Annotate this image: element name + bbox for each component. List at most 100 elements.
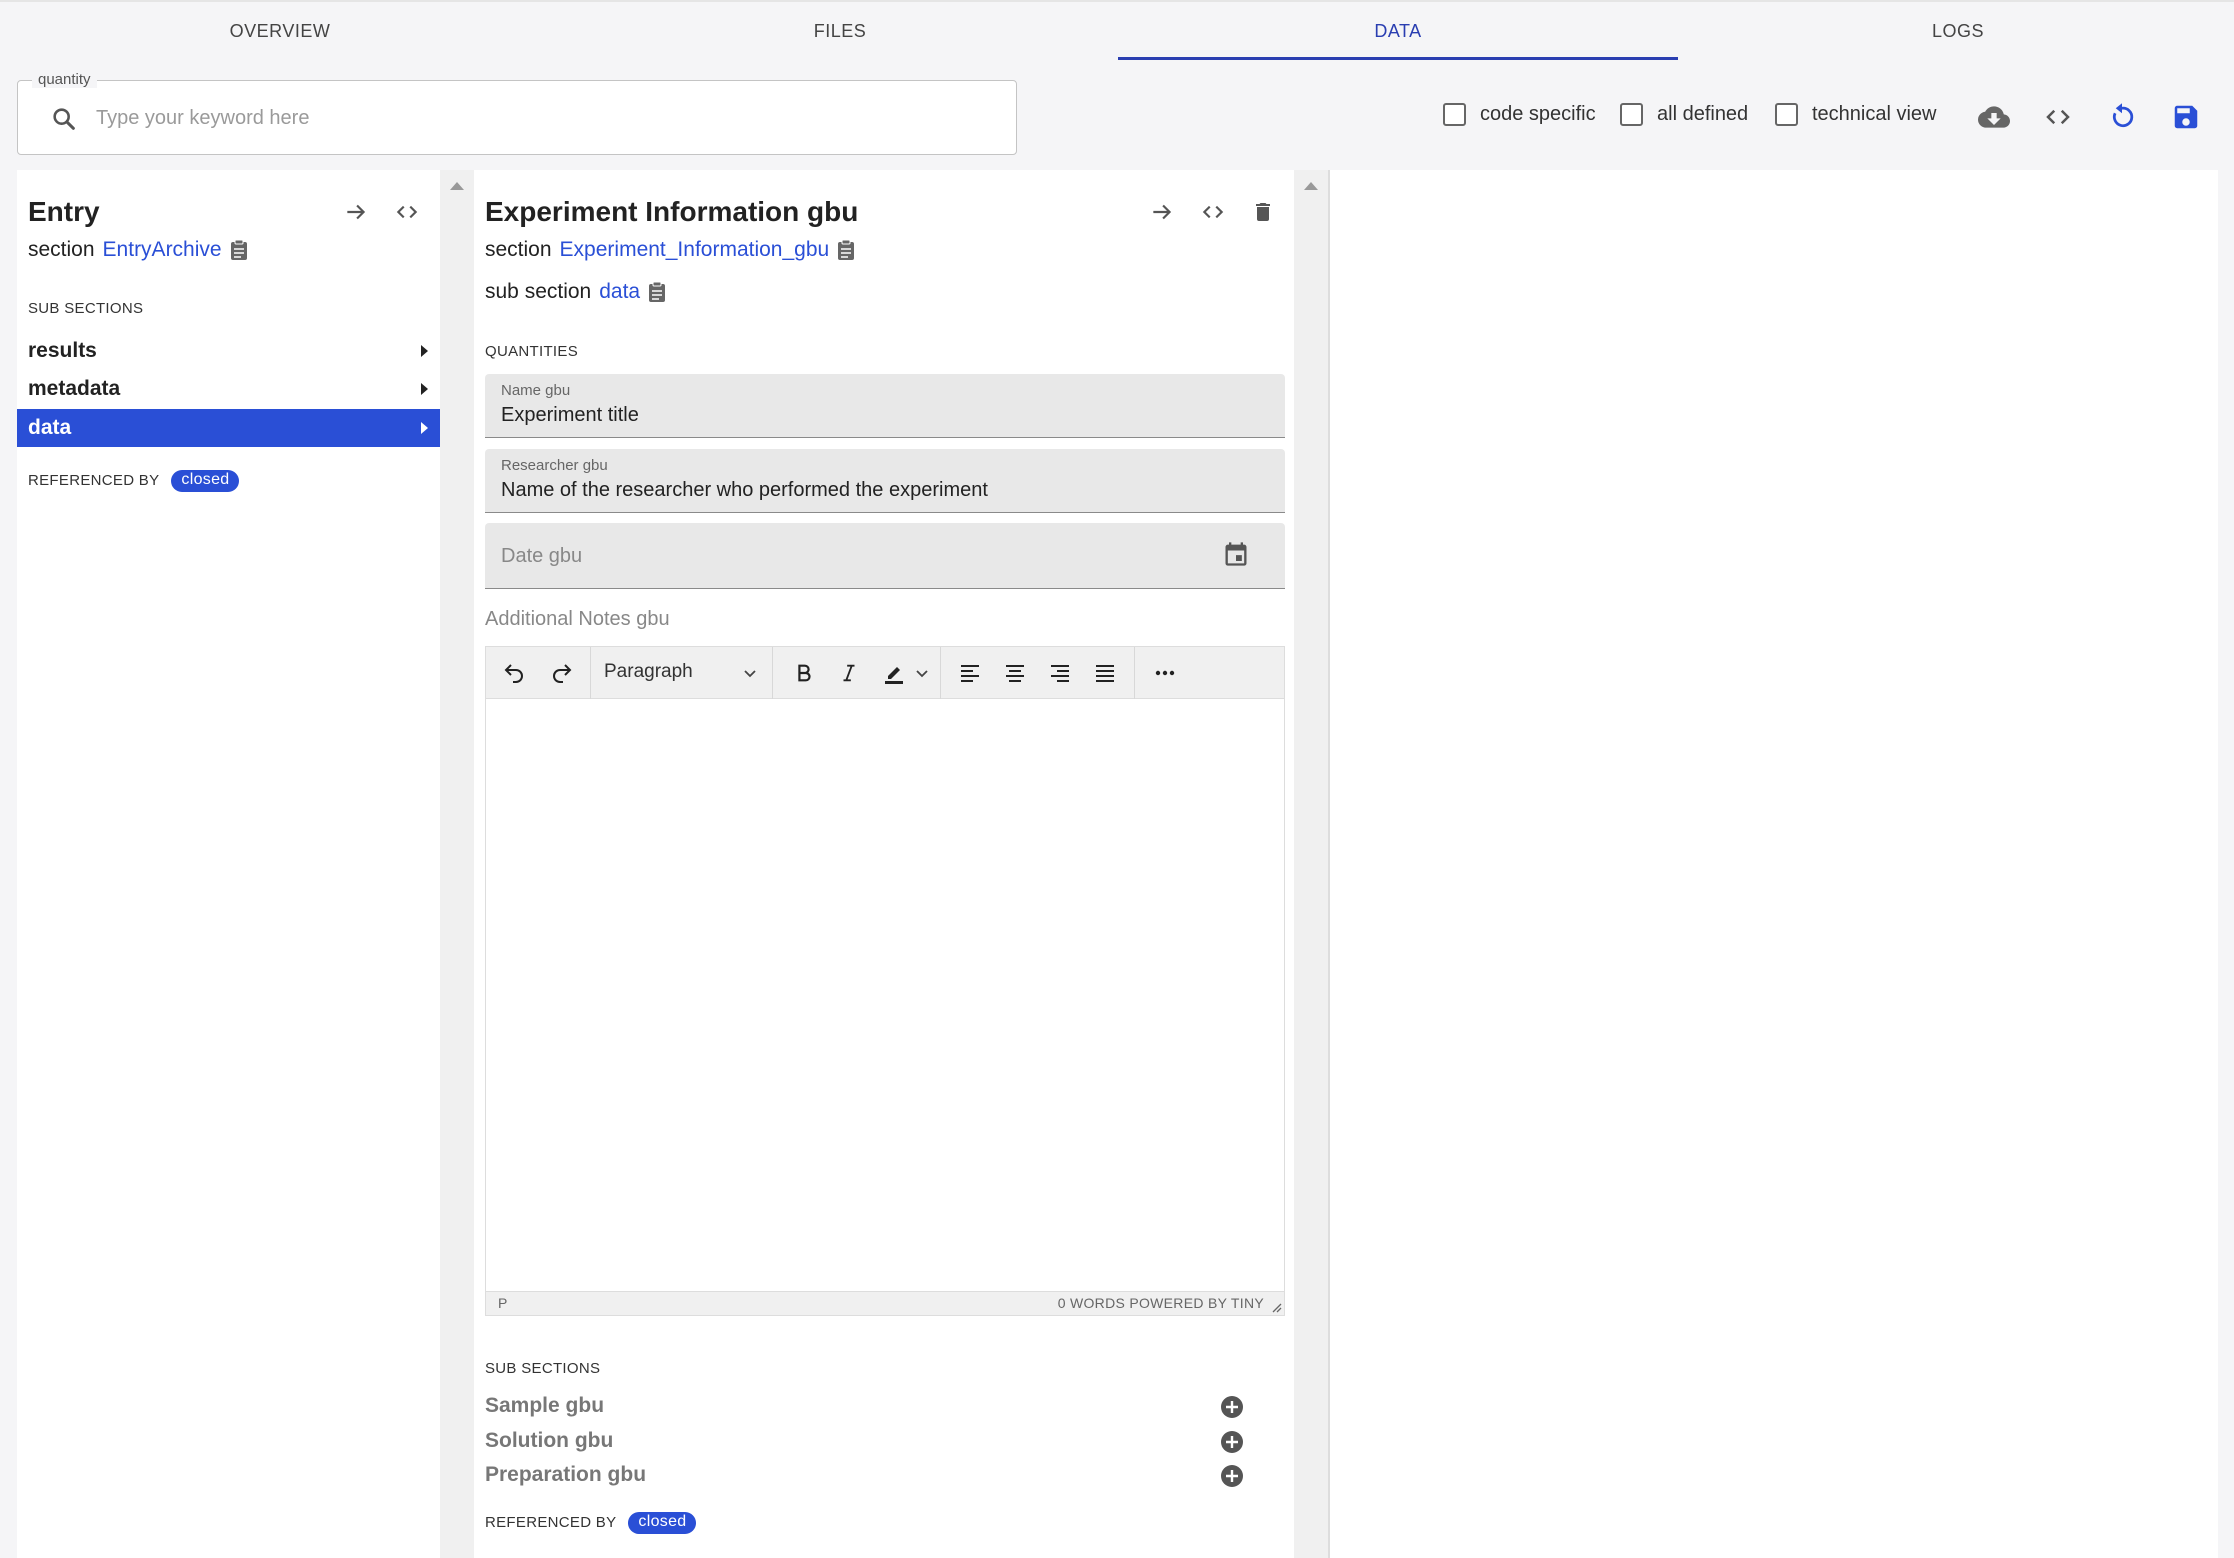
bold-icon[interactable] [786, 655, 822, 691]
undo-icon[interactable] [496, 655, 532, 691]
chevron-down-icon[interactable] [742, 665, 758, 686]
sub-section-preparation[interactable]: Preparation gbu [485, 1463, 646, 1487]
more-icon[interactable] [1147, 655, 1183, 691]
closed-badge[interactable]: closed [628, 1512, 697, 1534]
tab-overview[interactable]: OVERVIEW [0, 2, 560, 60]
sub-section-data-link[interactable]: data [599, 280, 640, 304]
researcher-field-value[interactable]: Name of the researcher who performed the… [501, 479, 988, 502]
code-specific-checkbox[interactable]: code specific [1443, 103, 1596, 126]
nav-item-metadata[interactable]: metadata [17, 370, 440, 408]
checkbox-icon[interactable] [1620, 103, 1643, 126]
word-count: 0 WORDS POWERED BY TINY [1057, 1295, 1264, 1311]
sub-sections-heading: SUB SECTIONS [485, 1360, 601, 1377]
technical-view-label: technical view [1812, 103, 1937, 125]
nav-item-label: data [28, 416, 72, 439]
scrollbar[interactable] [1294, 170, 1328, 1558]
date-field[interactable]: Date gbu [485, 523, 1285, 589]
all-defined-label: all defined [1657, 103, 1749, 125]
referenced-by-label: REFERENCED BY [485, 1513, 617, 1531]
clipboard-icon[interactable] [230, 239, 248, 261]
name-field[interactable]: Name gbu Experiment title [485, 374, 1285, 438]
nav-item-label: metadata [28, 377, 121, 400]
checkbox-icon[interactable] [1775, 103, 1798, 126]
scroll-up-icon[interactable] [450, 182, 464, 190]
code-icon[interactable] [2041, 100, 2075, 134]
nav-item-label: results [28, 339, 97, 362]
resize-handle-icon[interactable] [1270, 1300, 1282, 1316]
arrow-right-icon[interactable] [339, 195, 373, 229]
tab-logs[interactable]: LOGS [1678, 2, 2234, 60]
search-input[interactable] [96, 99, 976, 137]
italic-icon[interactable] [831, 655, 867, 691]
entry-archive-link[interactable]: EntryArchive [103, 238, 222, 262]
code-icon[interactable] [390, 195, 424, 229]
highlight-icon[interactable] [876, 655, 912, 691]
referenced-by-label: REFERENCED BY [28, 471, 160, 489]
checkbox-icon[interactable] [1443, 103, 1466, 126]
detail-panel [1328, 170, 2218, 1558]
add-circle-icon[interactable] [1220, 1395, 1244, 1419]
tab-data[interactable]: DATA [1118, 2, 1678, 60]
closed-badge[interactable]: closed [171, 470, 240, 492]
referenced-by-row: REFERENCED BY closed [28, 470, 240, 492]
align-center-icon[interactable] [997, 655, 1033, 691]
researcher-field-label: Researcher gbu [501, 457, 608, 474]
element-path[interactable]: P [498, 1295, 507, 1311]
clipboard-icon[interactable] [837, 239, 855, 261]
sub-section-row: sub section data [485, 280, 666, 304]
calendar-icon[interactable] [1222, 539, 1250, 574]
align-justify-icon[interactable] [1087, 655, 1123, 691]
sub-section-sample[interactable]: Sample gbu [485, 1394, 604, 1418]
all-defined-checkbox[interactable]: all defined [1620, 103, 1748, 126]
reload-icon[interactable] [2105, 100, 2139, 134]
code-specific-label: code specific [1480, 103, 1596, 125]
section-label: section [485, 238, 552, 261]
redo-icon[interactable] [544, 655, 580, 691]
cloud-download-icon[interactable] [1977, 100, 2011, 134]
search-icon [50, 105, 78, 133]
add-circle-icon[interactable] [1220, 1430, 1244, 1454]
scrollbar[interactable] [440, 170, 474, 1558]
align-left-icon[interactable] [952, 655, 988, 691]
arrow-right-icon[interactable] [1145, 195, 1179, 229]
toolbar-divider [590, 647, 591, 699]
tab-bar: OVERVIEW FILES DATA LOGS [0, 0, 2234, 60]
caret-right-icon [421, 345, 428, 357]
editor-status-bar: P 0 WORDS POWERED BY TINY [486, 1291, 1284, 1315]
experiment-section-link[interactable]: Experiment_Information_gbu [560, 238, 830, 262]
nav-item-data[interactable]: data [17, 409, 440, 447]
tab-files[interactable]: FILES [560, 2, 1120, 60]
toolbar-divider [1134, 647, 1135, 699]
section-label: section [28, 238, 95, 261]
experiment-section-row: section Experiment_Information_gbu [485, 238, 855, 262]
referenced-by-row: REFERENCED BY closed [485, 1512, 697, 1534]
caret-right-icon [421, 383, 428, 395]
toolbar-divider [772, 647, 773, 699]
technical-view-checkbox[interactable]: technical view [1775, 103, 1937, 126]
experiment-title: Experiment Information gbu [485, 196, 859, 227]
entry-panel: Entry section EntryArchive SUB SECTIONS … [17, 170, 440, 1558]
code-icon[interactable] [1196, 195, 1230, 229]
quantity-search-box: quantity [17, 71, 1017, 155]
chevron-down-icon[interactable] [914, 665, 930, 686]
sub-section-label: sub section [485, 280, 592, 303]
nav-item-results[interactable]: results [17, 332, 440, 370]
sub-sections-heading: SUB SECTIONS [28, 300, 144, 317]
name-field-label: Name gbu [501, 382, 571, 399]
scroll-up-icon[interactable] [1304, 182, 1318, 190]
name-field-value[interactable]: Experiment title [501, 404, 639, 427]
quantities-heading: QUANTITIES [485, 343, 579, 360]
experiment-panel: Experiment Information gbu section Exper… [474, 170, 1294, 1558]
sub-section-solution[interactable]: Solution gbu [485, 1429, 613, 1453]
additional-notes-label: Additional Notes gbu [485, 608, 670, 630]
entry-title: Entry [28, 196, 100, 227]
save-icon[interactable] [2169, 100, 2203, 134]
block-format-select[interactable]: Paragraph [604, 661, 693, 683]
delete-icon[interactable] [1246, 195, 1280, 229]
caret-right-icon [421, 422, 428, 434]
align-right-icon[interactable] [1042, 655, 1078, 691]
rich-text-editor[interactable]: Paragraph P 0 WORDS POWERED BY TINY [485, 646, 1285, 1316]
add-circle-icon[interactable] [1220, 1464, 1244, 1488]
researcher-field[interactable]: Researcher gbu Name of the researcher wh… [485, 449, 1285, 513]
clipboard-icon[interactable] [648, 281, 666, 303]
